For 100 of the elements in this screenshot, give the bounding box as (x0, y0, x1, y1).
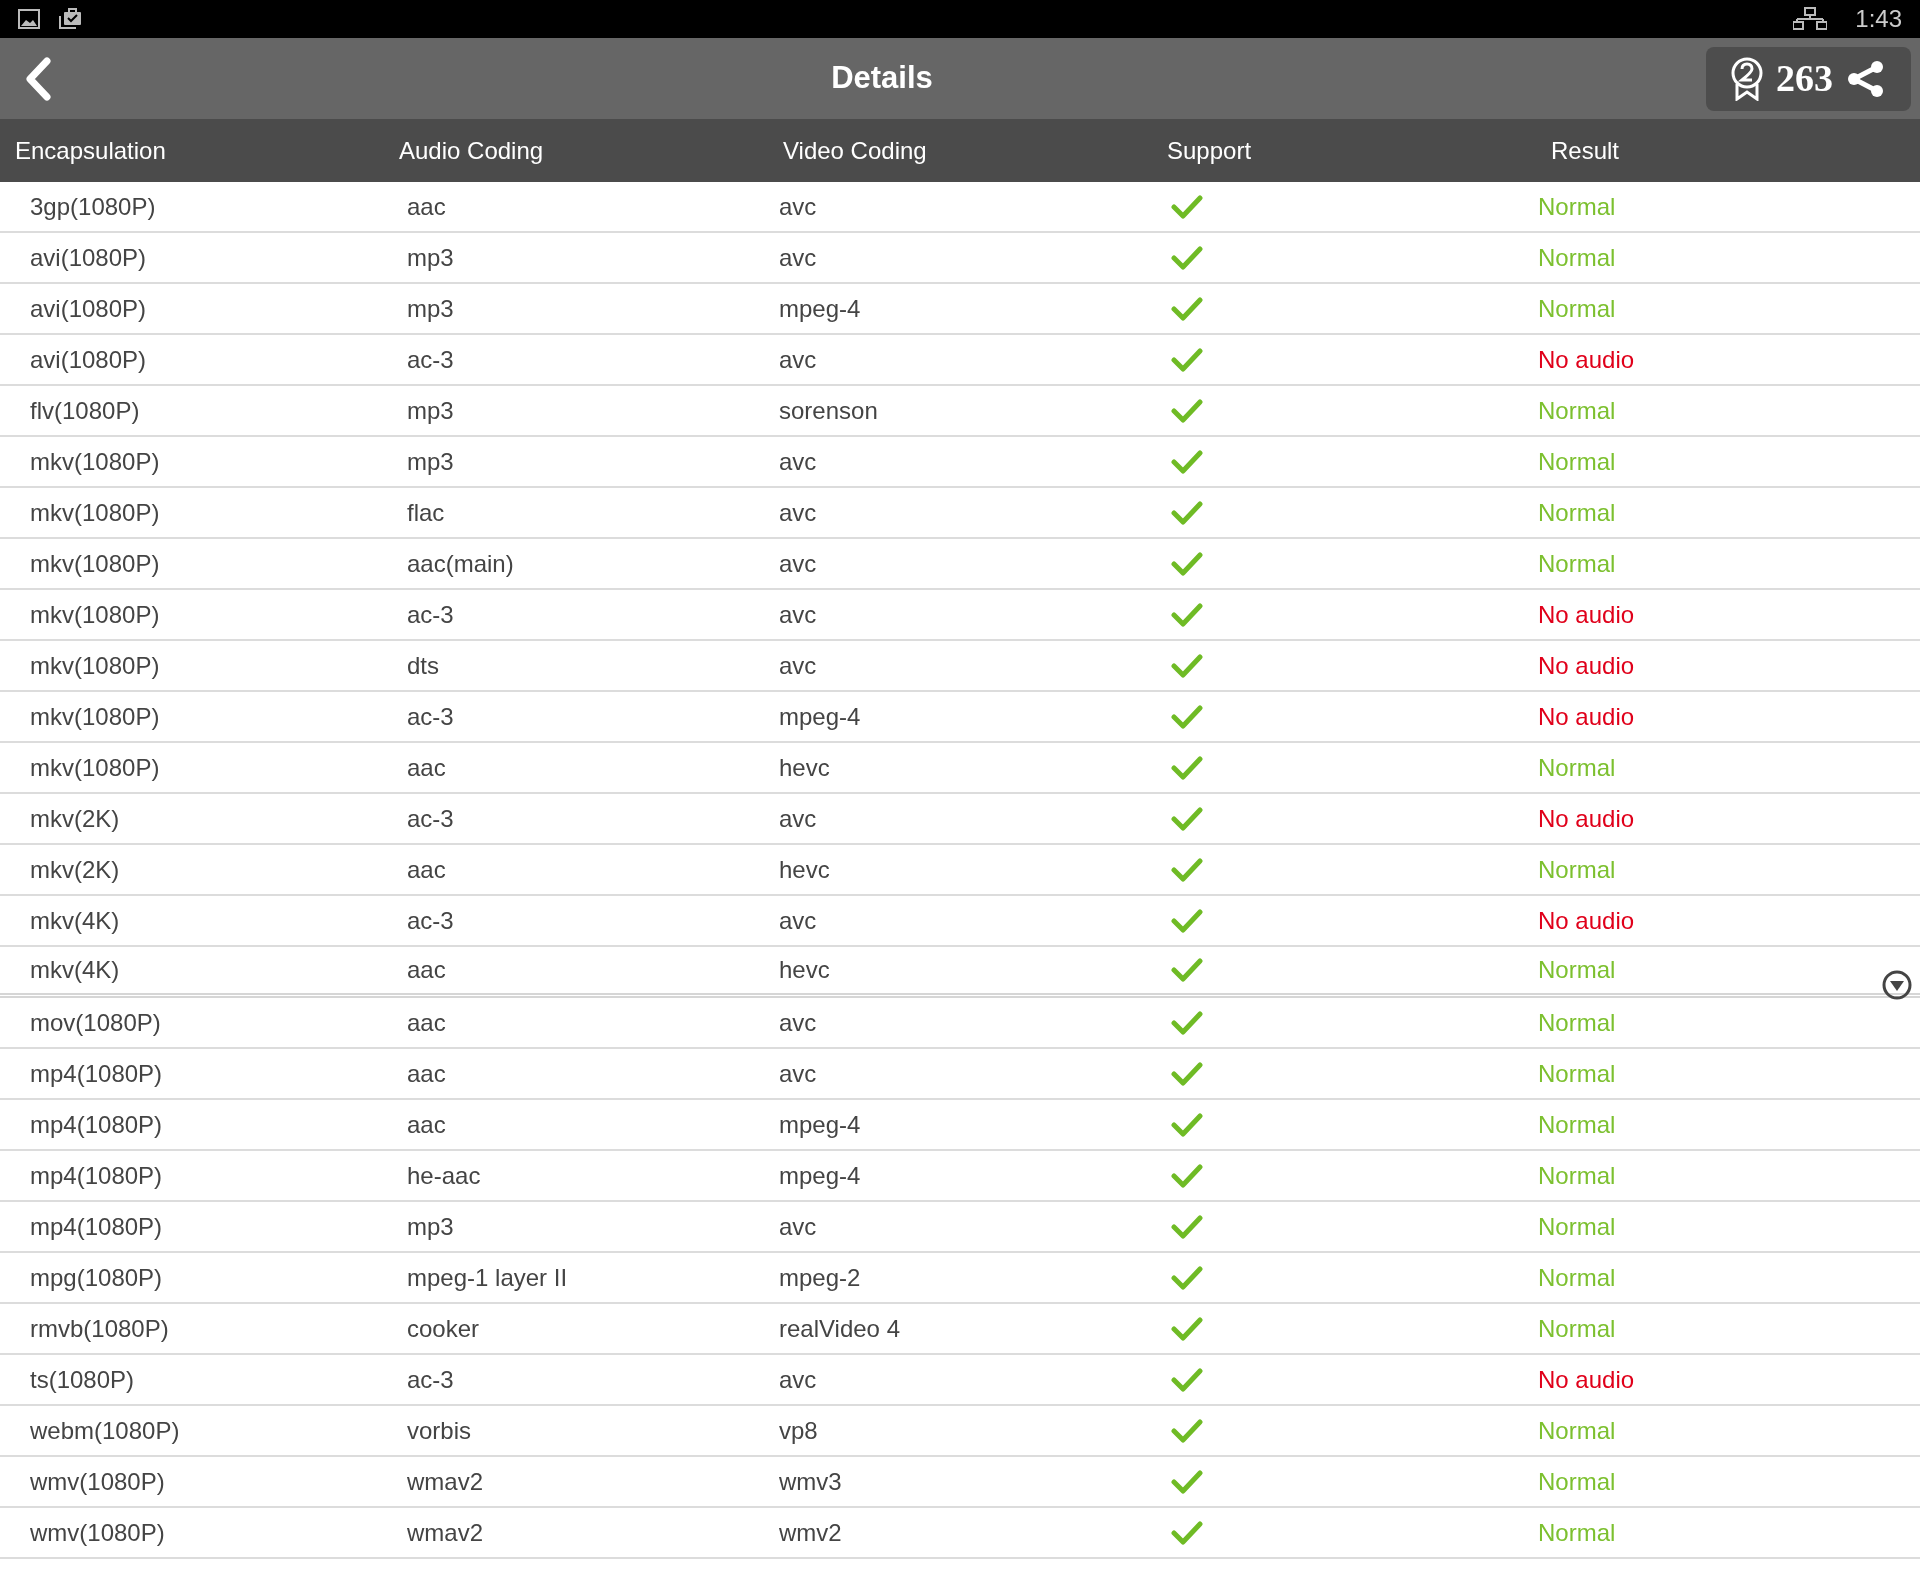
table-cell: wmav2 (407, 1467, 484, 1495)
result-status: Normal (1538, 1008, 1616, 1036)
table-cell: cooker (407, 1314, 480, 1342)
table-cell: he-aac (407, 1161, 481, 1189)
table-cell: mpeg-4 (779, 702, 861, 730)
table-cell: mpg(1080P) (30, 1263, 163, 1291)
table-cell: avi(1080P) (30, 243, 147, 271)
scroll-down-icon[interactable] (1881, 969, 1913, 1001)
table-cell: avc (779, 651, 817, 679)
result-status: Normal (1538, 1467, 1616, 1495)
table-cell: mp4(1080P) (30, 1212, 163, 1240)
table-cell: ac-3 (407, 600, 454, 628)
table-cell: avi(1080P) (30, 294, 147, 322)
result-status: Normal (1538, 1161, 1616, 1189)
result-status: Normal (1538, 1212, 1616, 1240)
table-cell: avc (779, 243, 817, 271)
table-cell: vp8 (779, 1416, 818, 1444)
table-cell: ac-3 (407, 702, 454, 730)
result-status: No audio (1538, 651, 1635, 679)
table-cell: avi(1080P) (30, 345, 147, 373)
table-cell: wmv2 (779, 1518, 842, 1546)
table-cell: mkv(4K) (30, 956, 120, 983)
table-cell: mkv(1080P) (30, 549, 160, 577)
column-header: Result (1551, 136, 1620, 164)
table-cell: avc (779, 1059, 817, 1087)
table-cell: flac (407, 498, 445, 526)
column-header: Encapsulation (15, 136, 166, 164)
result-status: Normal (1538, 396, 1616, 424)
table-cell: mp4(1080P) (30, 1059, 163, 1087)
table-cell: hevc (779, 855, 830, 883)
table-cell: mp3 (407, 294, 454, 322)
clock-time: 1:43 (1855, 4, 1902, 34)
network-icon (1793, 7, 1828, 31)
award-ribbon-icon (1730, 56, 1764, 101)
table-cell: dts (407, 651, 439, 679)
table-cell: avc (779, 345, 817, 373)
table-cell: wmv(1080P) (30, 1518, 165, 1546)
table-cell: aac (407, 753, 446, 781)
table-cell: mp3 (407, 1212, 454, 1240)
table-cell: realVideo 4 (779, 1314, 900, 1342)
table-cell: avc (779, 1365, 817, 1393)
table-cell: mkv(1080P) (30, 651, 160, 679)
table-cell: ac-3 (407, 1365, 454, 1393)
result-status: Normal (1538, 294, 1616, 322)
result-status: No audio (1538, 1365, 1635, 1393)
table-cell: aac(main) (407, 549, 514, 577)
table-cell: mkv(1080P) (30, 498, 160, 526)
table-cell: ac-3 (407, 804, 454, 832)
score-count: 263 (1776, 56, 1833, 101)
table-cell: vorbis (407, 1416, 472, 1444)
table-cell: avc (779, 1008, 817, 1036)
table-cell: ac-3 (407, 906, 454, 934)
result-status: Normal (1538, 243, 1616, 271)
table-cell: mp4(1080P) (30, 1161, 163, 1189)
table-cell: mpeg-4 (779, 1161, 861, 1189)
result-status: No audio (1538, 804, 1635, 832)
table-cell: mpeg-4 (779, 1110, 861, 1138)
table-cell: aac (407, 855, 446, 883)
table-cell: mkv(1080P) (30, 753, 160, 781)
table-cell: mkv(1080P) (30, 600, 160, 628)
result-status: Normal (1538, 1263, 1616, 1291)
column-header: Audio Coding (399, 136, 544, 164)
result-status: Normal (1538, 1518, 1616, 1546)
result-status: Normal (1538, 956, 1616, 983)
table-cell: ts(1080P) (30, 1365, 135, 1393)
table-cell: ac-3 (407, 345, 454, 373)
table-cell: mkv(4K) (30, 906, 120, 934)
table-cell: aac (407, 1008, 446, 1036)
result-status: Normal (1538, 1110, 1616, 1138)
result-status: No audio (1538, 906, 1635, 934)
table-cell: mov(1080P) (30, 1008, 161, 1036)
table-cell: mp3 (407, 243, 454, 271)
table-cell: hevc (779, 753, 830, 781)
table-cell: avc (779, 447, 817, 475)
table-cell: 3gp(1080P) (30, 192, 156, 220)
table-cell: avc (779, 804, 817, 832)
result-status: Normal (1538, 1314, 1616, 1342)
table-cell: sorenson (779, 396, 878, 424)
table-cell: flv(1080P) (30, 396, 140, 424)
briefcase-check-icon (58, 8, 82, 30)
result-status: Normal (1538, 1416, 1616, 1444)
result-status: Normal (1538, 1059, 1616, 1087)
result-status: No audio (1538, 600, 1635, 628)
table-cell: hevc (779, 956, 830, 983)
table-cell: aac (407, 1110, 446, 1138)
column-header: Video Coding (783, 136, 927, 164)
result-status: Normal (1538, 447, 1616, 475)
table-cell: mkv(1080P) (30, 447, 160, 475)
table-cell: avc (779, 192, 817, 220)
table-cell: mkv(2K) (30, 804, 120, 832)
table-cell: mkv(1080P) (30, 702, 160, 730)
table-cell: aac (407, 1059, 446, 1087)
result-status: Normal (1538, 855, 1616, 883)
table-cell: mpeg-2 (779, 1263, 861, 1291)
table-cell: avc (779, 498, 817, 526)
image-icon (18, 9, 40, 29)
table-cell: mkv(2K) (30, 855, 120, 883)
table-cell: wmv(1080P) (30, 1467, 165, 1495)
table-cell: mpeg-1 layer II (407, 1263, 568, 1291)
table-cell: avc (779, 906, 817, 934)
